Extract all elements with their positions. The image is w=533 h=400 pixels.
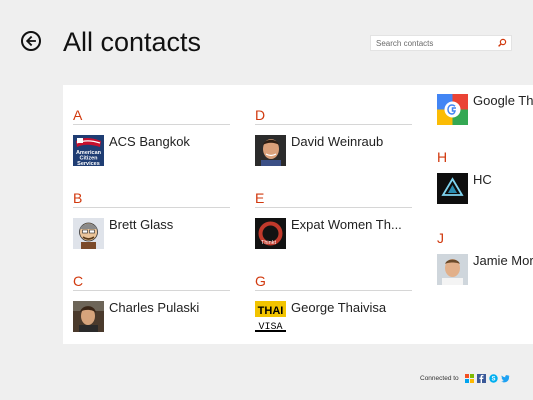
group-header-letter[interactable]: J xyxy=(437,230,444,246)
george-thaivisa-avatar: THAI VISA xyxy=(255,301,286,332)
skype-icon[interactable]: S xyxy=(488,373,498,383)
connected-to-label: Connected to xyxy=(420,374,459,382)
contact-group-g-continued: Google Th xyxy=(427,85,533,147)
contact-tile[interactable]: Thinkt Expat Women Th... xyxy=(255,215,415,249)
connected-services-footer: Connected to S xyxy=(420,372,510,384)
back-arrow-icon xyxy=(25,35,36,47)
contact-tile[interactable]: Google Th xyxy=(437,91,533,125)
contact-group-d: D David Weinraub xyxy=(245,85,412,168)
contact-group-a: A American Citizen Services ACS Bangkok xyxy=(63,85,230,168)
hc-avatar xyxy=(437,173,468,204)
contact-name: Google Th xyxy=(473,93,533,108)
expat-logo-text: Thinkt xyxy=(261,240,276,246)
contact-name: Brett Glass xyxy=(109,217,174,232)
group-divider xyxy=(255,207,412,208)
contact-group-g: G THAI VISA George Thaivisa xyxy=(245,251,412,334)
google-thailand-avatar xyxy=(437,94,468,125)
contact-name: Expat Women Th... xyxy=(291,217,402,232)
contact-tile[interactable]: Brett Glass xyxy=(73,215,233,249)
group-header-letter[interactable]: G xyxy=(255,273,266,289)
search-input[interactable] xyxy=(371,36,496,50)
group-divider xyxy=(73,124,230,125)
contact-group-j: J Jamie Mor xyxy=(427,228,533,309)
contact-name: Jamie Mor xyxy=(473,253,533,268)
contact-name: Charles Pulaski xyxy=(109,300,200,315)
contact-tile[interactable]: Jamie Mor xyxy=(437,251,533,285)
contact-tile[interactable]: THAI VISA George Thaivisa xyxy=(255,298,415,332)
contact-group-e: E Thinkt Expat Women Th... xyxy=(245,168,412,251)
page-title: All contacts xyxy=(63,27,202,57)
svg-text:S: S xyxy=(491,376,495,382)
david-weinraub-avatar xyxy=(255,135,286,166)
contacts-panel: A American Citizen Services ACS Bangkok xyxy=(63,85,533,344)
group-divider xyxy=(255,124,412,125)
group-header-letter[interactable]: C xyxy=(73,273,83,289)
group-divider xyxy=(73,207,230,208)
contacts-column-1: A American Citizen Services ACS Bangkok xyxy=(63,85,230,334)
charles-pulaski-avatar xyxy=(73,301,104,332)
group-header-letter[interactable]: H xyxy=(437,149,447,165)
facebook-icon[interactable] xyxy=(476,373,486,383)
group-divider xyxy=(73,290,230,291)
back-button[interactable] xyxy=(21,31,41,51)
contact-name: David Weinraub xyxy=(291,134,384,149)
group-header-letter[interactable]: B xyxy=(73,190,82,206)
search-icon[interactable] xyxy=(497,38,507,48)
contact-tile[interactable]: American Citizen Services ACS Bangkok xyxy=(73,132,233,166)
contact-name: George Thaivisa xyxy=(291,300,387,315)
contact-tile[interactable]: Charles Pulaski xyxy=(73,298,233,332)
contact-tile[interactable]: David Weinraub xyxy=(255,132,415,166)
search-box[interactable] xyxy=(370,35,512,51)
windows-icon[interactable] xyxy=(464,373,474,383)
contact-name: HC xyxy=(473,172,492,187)
contacts-column-2: D David Weinraub E Thinkt Expat Women Th… xyxy=(245,85,412,334)
group-divider xyxy=(255,290,412,291)
group-header-letter[interactable]: E xyxy=(255,190,264,206)
contact-group-c: C Charles Pulaski xyxy=(63,251,230,334)
expat-women-avatar: Thinkt xyxy=(255,218,286,249)
brett-glass-avatar xyxy=(73,218,104,249)
acs-bangkok-avatar: American Citizen Services xyxy=(73,135,104,166)
thaivisa-logo-top: THAI xyxy=(258,305,284,317)
jamie-avatar xyxy=(437,254,468,285)
contacts-column-3: Google Th H HC J Jamie Mor xyxy=(427,85,533,309)
group-header-letter[interactable]: D xyxy=(255,107,265,123)
contact-group-b: B Brett Glass xyxy=(63,168,230,251)
svg-text:Services: Services xyxy=(77,161,100,166)
contact-name: ACS Bangkok xyxy=(109,134,190,149)
contact-group-h: H HC xyxy=(427,147,533,228)
contact-tile[interactable]: HC xyxy=(437,170,533,204)
group-header-letter[interactable]: A xyxy=(73,107,82,123)
twitter-icon[interactable] xyxy=(500,374,510,383)
